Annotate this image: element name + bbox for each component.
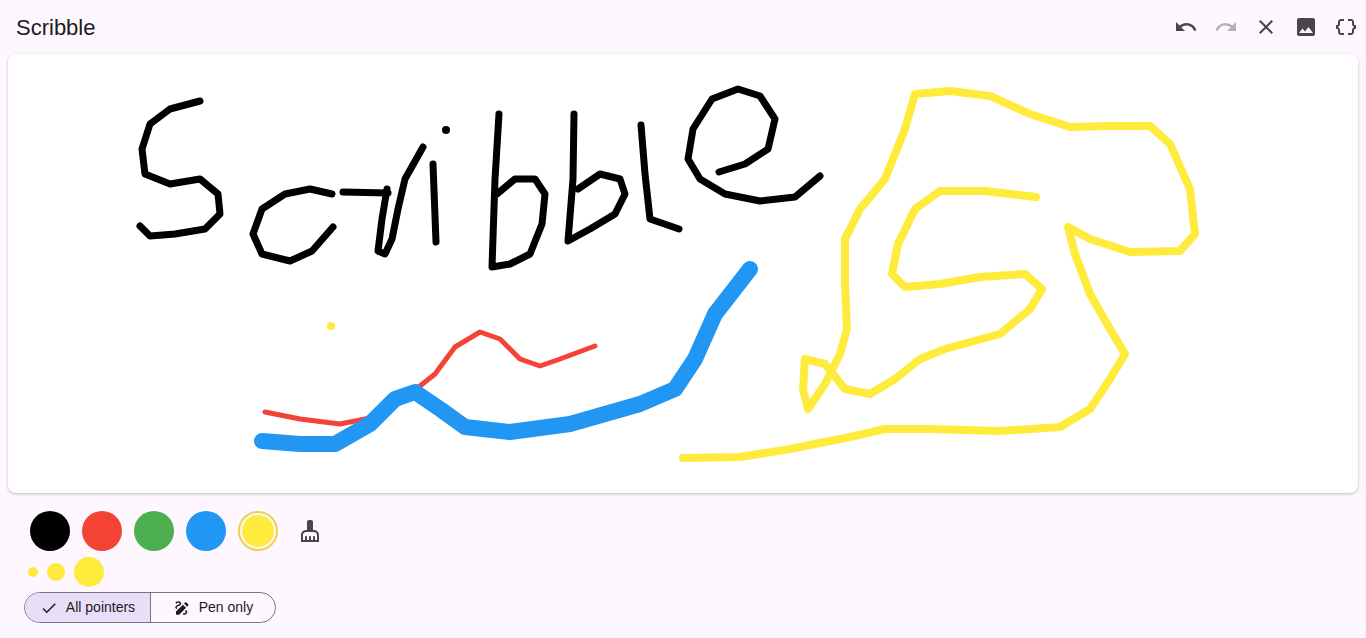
stroke	[433, 164, 436, 242]
stroke-size-row	[0, 557, 1366, 587]
stroke	[568, 114, 625, 241]
undo-icon	[1174, 15, 1198, 39]
export-image-button[interactable]	[1286, 7, 1326, 47]
color-dot	[186, 511, 226, 551]
stroke	[253, 189, 333, 261]
color-swatch[interactable]	[30, 511, 70, 551]
toolbar	[1166, 7, 1366, 47]
segment-label: Pen only	[199, 597, 253, 618]
stroke	[140, 101, 220, 236]
color-swatch[interactable]	[82, 511, 122, 551]
stroke	[492, 114, 545, 267]
color-dot	[134, 511, 174, 551]
export-json-button[interactable]	[1326, 7, 1366, 47]
color-dot	[82, 511, 122, 551]
app-title: Scribble	[16, 11, 1166, 44]
stroke	[641, 125, 679, 229]
stroke	[683, 91, 1195, 458]
export-json-icon	[1334, 15, 1358, 39]
pointer-mode-segment[interactable]: All pointers	[25, 593, 150, 622]
check-icon	[40, 599, 58, 617]
segment-label: All pointers	[66, 597, 135, 618]
stroke-dot	[327, 322, 335, 330]
stroke-size-button[interactable]	[28, 567, 38, 577]
drawing-canvas[interactable]	[8, 54, 1358, 493]
color-swatch[interactable]	[238, 511, 278, 551]
redo-button[interactable]	[1206, 7, 1246, 47]
pointer-mode-segment[interactable]: Pen only	[150, 593, 275, 622]
stroke-size-button[interactable]	[47, 563, 65, 581]
scribble-app: Scribble All pointers Pen only	[0, 0, 1366, 638]
color-swatch[interactable]	[186, 511, 226, 551]
undo-button[interactable]	[1166, 7, 1206, 47]
pen-icon	[173, 599, 191, 617]
clear-icon	[1254, 15, 1278, 39]
clear-button[interactable]	[1246, 7, 1286, 47]
app-bar: Scribble	[0, 0, 1366, 54]
stroke	[688, 89, 820, 201]
pointer-mode-toggle: All pointers Pen only	[0, 592, 1366, 623]
eraser-icon	[298, 519, 322, 543]
stroke	[343, 192, 388, 193]
color-dot	[242, 515, 274, 547]
stroke	[262, 269, 750, 444]
eraser-button[interactable]	[290, 511, 330, 551]
stroke-dot	[442, 126, 450, 134]
redo-icon	[1214, 15, 1238, 39]
stroke	[378, 147, 423, 254]
strokes-drawing[interactable]	[8, 54, 1358, 493]
stroke-size-button[interactable]	[74, 557, 104, 587]
export-image-icon	[1294, 15, 1318, 39]
color-palette	[0, 511, 1366, 551]
color-swatch[interactable]	[134, 511, 174, 551]
color-dot	[30, 511, 70, 551]
